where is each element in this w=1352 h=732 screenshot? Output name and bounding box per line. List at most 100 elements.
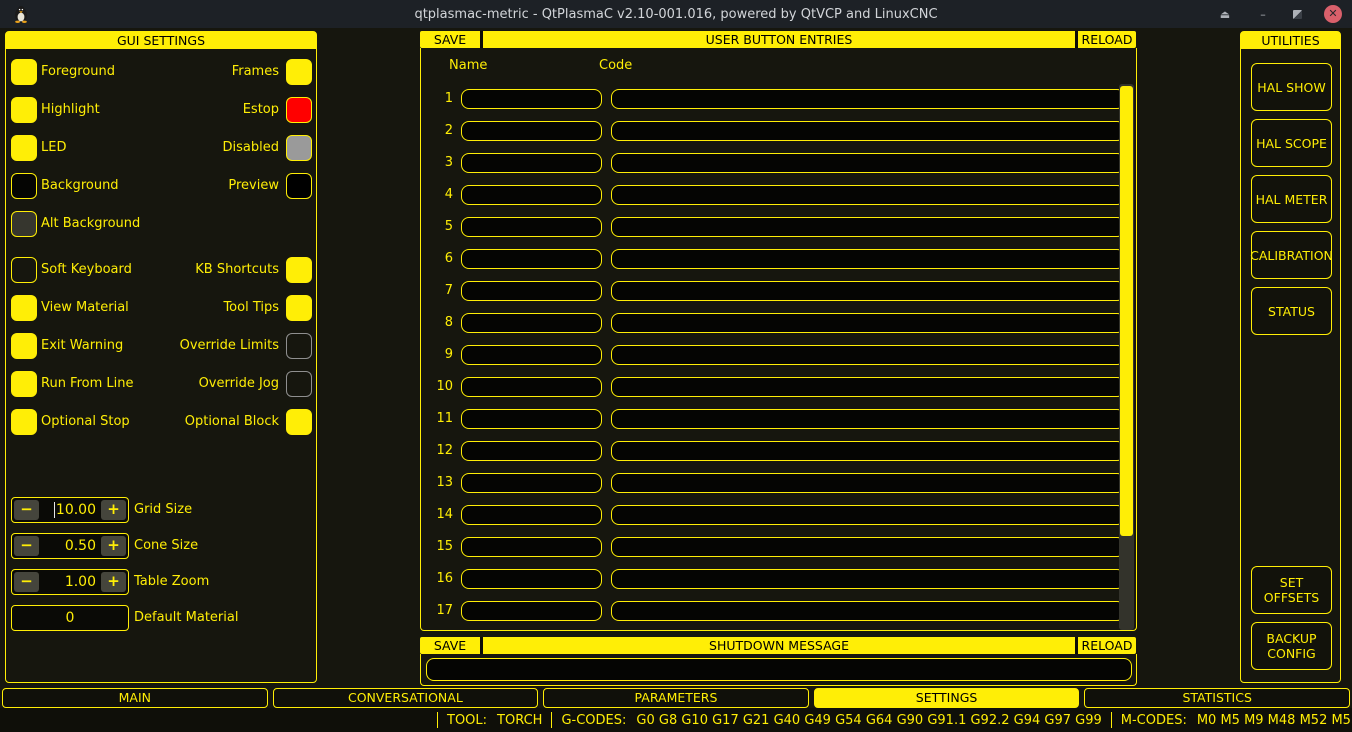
color-swatch-right-0[interactable] bbox=[286, 59, 312, 85]
utility-bottom-button-1[interactable]: BACKUP CONFIG bbox=[1251, 622, 1332, 670]
tab-2[interactable]: PARAMETERS bbox=[543, 688, 809, 708]
color-swatch-right-2[interactable] bbox=[286, 135, 312, 161]
row-number-7: 8 bbox=[444, 315, 453, 330]
user-buttons-save-button[interactable]: SAVE bbox=[420, 31, 480, 48]
user-button-name-input-3[interactable] bbox=[461, 185, 602, 205]
user-button-code-input-16[interactable] bbox=[611, 601, 1125, 621]
tab-0[interactable]: MAIN bbox=[2, 688, 268, 708]
user-button-code-input-14[interactable] bbox=[611, 537, 1125, 557]
utility-bottom-button-0[interactable]: SET OFFSETS bbox=[1251, 566, 1332, 614]
user-button-code-input-3[interactable] bbox=[611, 185, 1125, 205]
close-icon[interactable]: ✕ bbox=[1324, 5, 1342, 23]
utility-button-2[interactable]: HAL METER bbox=[1251, 175, 1332, 223]
user-button-name-input-10[interactable] bbox=[461, 409, 602, 429]
color-swatch-left-2[interactable] bbox=[11, 135, 37, 161]
color-swatch-left-0[interactable] bbox=[11, 59, 37, 85]
spin-value-1[interactable]: 0.50 bbox=[41, 538, 99, 554]
user-button-name-input-0[interactable] bbox=[461, 89, 602, 109]
utility-button-3[interactable]: CALIBRATION bbox=[1250, 231, 1333, 279]
color-swatch-right-3[interactable] bbox=[286, 173, 312, 199]
user-button-name-input-4[interactable] bbox=[461, 217, 602, 237]
user-button-code-input-12[interactable] bbox=[611, 473, 1125, 493]
user-button-code-input-8[interactable] bbox=[611, 345, 1125, 365]
scrollbar[interactable] bbox=[1119, 84, 1134, 630]
user-buttons-reload-button[interactable]: RELOAD bbox=[1078, 31, 1136, 48]
utility-button-0[interactable]: HAL SHOW bbox=[1251, 63, 1332, 111]
spin-minus-button-2[interactable]: − bbox=[14, 572, 39, 592]
default-material-input[interactable]: 0 bbox=[11, 605, 129, 631]
user-button-name-input-15[interactable] bbox=[461, 569, 602, 589]
user-button-code-input-2[interactable] bbox=[611, 153, 1125, 173]
user-button-name-input-1[interactable] bbox=[461, 121, 602, 141]
tab-4[interactable]: STATISTICS bbox=[1084, 688, 1350, 708]
gcodes-label: G-CODES: bbox=[561, 712, 627, 728]
shutdown-message-header: SAVE SHUTDOWN MESSAGE RELOAD bbox=[420, 637, 1136, 654]
shutdown-message-input[interactable] bbox=[426, 658, 1132, 681]
user-button-code-input-9[interactable] bbox=[611, 377, 1125, 397]
user-button-name-input-13[interactable] bbox=[461, 505, 602, 525]
checkbox-right-3[interactable] bbox=[286, 371, 312, 397]
user-button-code-input-11[interactable] bbox=[611, 441, 1125, 461]
row-number-12: 13 bbox=[436, 475, 453, 490]
user-button-code-input-13[interactable] bbox=[611, 505, 1125, 525]
user-button-name-input-2[interactable] bbox=[461, 153, 602, 173]
user-button-code-input-7[interactable] bbox=[611, 313, 1125, 333]
user-buttons-frame: Name Code 1 2 3 4 5 6 7 8 9 10 11 12 13 … bbox=[420, 48, 1137, 631]
user-button-name-input-11[interactable] bbox=[461, 441, 602, 461]
color-swatch-right-1[interactable] bbox=[286, 97, 312, 123]
checkbox-right-4[interactable] bbox=[286, 409, 312, 435]
user-button-name-input-6[interactable] bbox=[461, 281, 602, 301]
color-swatch-left-1[interactable] bbox=[11, 97, 37, 123]
user-button-name-input-5[interactable] bbox=[461, 249, 602, 269]
tab-3[interactable]: SETTINGS bbox=[813, 688, 1080, 708]
user-button-name-input-16[interactable] bbox=[461, 601, 602, 621]
user-button-name-input-12[interactable] bbox=[461, 473, 602, 493]
user-button-code-input-1[interactable] bbox=[611, 121, 1125, 141]
checkbox-right-0[interactable] bbox=[286, 257, 312, 283]
user-button-code-input-10[interactable] bbox=[611, 409, 1125, 429]
row-number-11: 12 bbox=[436, 443, 453, 458]
shade-window-icon[interactable]: ⏏ bbox=[1217, 8, 1233, 21]
spin-minus-button-0[interactable]: − bbox=[14, 500, 39, 520]
user-button-name-input-7[interactable] bbox=[461, 313, 602, 333]
mcodes-value: M0 M5 M9 M48 M52 M53 bbox=[1196, 712, 1352, 728]
spin-minus-button-1[interactable]: − bbox=[14, 536, 39, 556]
checkbox-left-0[interactable] bbox=[11, 257, 37, 283]
color-swatch-left-3[interactable] bbox=[11, 173, 37, 199]
checkbox-right-1[interactable] bbox=[286, 295, 312, 321]
spin-plus-button-0[interactable]: + bbox=[101, 500, 126, 520]
spin-plus-button-1[interactable]: + bbox=[101, 536, 126, 556]
shutdown-save-button[interactable]: SAVE bbox=[420, 637, 480, 654]
user-button-code-input-15[interactable] bbox=[611, 569, 1125, 589]
user-button-code-input-6[interactable] bbox=[611, 281, 1125, 301]
row-number-4: 5 bbox=[444, 219, 453, 234]
minimize-icon[interactable]: – bbox=[1255, 8, 1271, 21]
checkbox-left-1[interactable] bbox=[11, 295, 37, 321]
scrollbar-thumb[interactable] bbox=[1120, 86, 1133, 536]
checkbox-left-2[interactable] bbox=[11, 333, 37, 359]
row-number-0: 1 bbox=[444, 91, 453, 106]
spin-plus-button-2[interactable]: + bbox=[101, 572, 126, 592]
user-button-code-input-5[interactable] bbox=[611, 249, 1125, 269]
spin-value-2[interactable]: 1.00 bbox=[41, 574, 99, 590]
checkbox-left-3[interactable] bbox=[11, 371, 37, 397]
user-button-name-input-14[interactable] bbox=[461, 537, 602, 557]
user-button-name-input-8[interactable] bbox=[461, 345, 602, 365]
user-button-row-7: 8 bbox=[433, 313, 1128, 333]
utility-button-4[interactable]: STATUS bbox=[1251, 287, 1332, 335]
user-button-row-10: 11 bbox=[433, 409, 1128, 429]
tab-1[interactable]: CONVERSATIONAL bbox=[272, 688, 539, 708]
shutdown-reload-button[interactable]: RELOAD bbox=[1078, 637, 1136, 654]
restore-window-icon[interactable] bbox=[1293, 9, 1302, 19]
checkbox-right-2[interactable] bbox=[286, 333, 312, 359]
user-button-code-input-4[interactable] bbox=[611, 217, 1125, 237]
spin-value-0[interactable]: 10.00 bbox=[41, 502, 99, 518]
user-button-name-input-9[interactable] bbox=[461, 377, 602, 397]
utility-button-1[interactable]: HAL SCOPE bbox=[1251, 119, 1332, 167]
user-button-code-input-0[interactable] bbox=[611, 89, 1125, 109]
row-number-13: 14 bbox=[436, 507, 453, 522]
color-swatch-left-4[interactable] bbox=[11, 211, 37, 237]
main-tab-bar: MAIN CONVERSATIONAL PARAMETERS SETTINGS … bbox=[0, 688, 1352, 708]
checkbox-left-4[interactable] bbox=[11, 409, 37, 435]
spin-label-1: Cone Size bbox=[134, 538, 199, 553]
